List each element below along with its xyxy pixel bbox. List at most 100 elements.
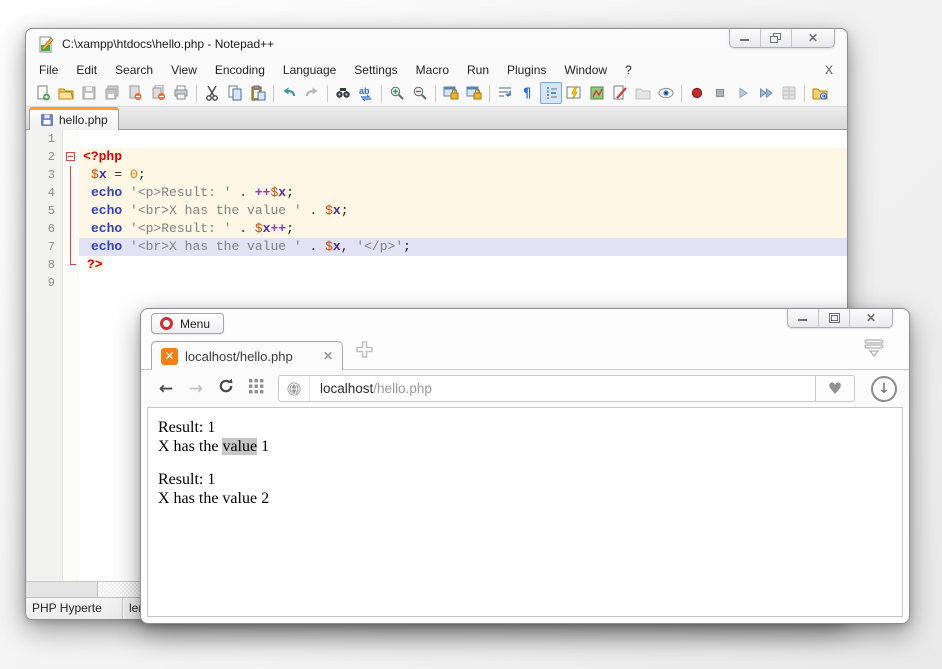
code-line[interactable]: <?php [79,148,847,166]
word-wrap-icon[interactable] [494,82,516,104]
menu-settings[interactable]: Settings [345,61,406,79]
code-line[interactable] [79,130,847,148]
toolbar-separator [196,85,197,102]
result-line-2: Result: 1 [158,470,892,489]
open-file-icon[interactable] [55,82,77,104]
zoom-in-icon[interactable] [386,82,408,104]
svg-text:ab: ab [359,86,370,96]
minimize-button[interactable] [788,308,819,327]
toolbar-separator [327,85,328,102]
close-all-icon[interactable] [147,82,169,104]
save-recorded-macro-icon[interactable] [778,82,800,104]
function-list-icon[interactable] [563,82,585,104]
opera-menu-button[interactable]: Menu [151,313,224,334]
forward-button[interactable]: → [183,379,209,399]
npp-menubar: File Edit Search View Encoding Language … [26,59,847,80]
menu-help[interactable]: ? [616,61,641,79]
redo-icon[interactable] [301,82,323,104]
show-all-characters-icon[interactable]: ¶ [517,82,539,104]
reload-button[interactable] [213,377,239,400]
sync-scroll-horizontal-icon[interactable] [463,82,485,104]
opera-titlebar[interactable]: Menu ✕ [141,309,909,336]
fold-margin [63,130,79,581]
code-line[interactable]: ?> [79,256,847,274]
fold-collapse-icon[interactable] [66,152,75,161]
document-close-x[interactable]: X [815,63,843,77]
back-button[interactable]: ← [153,379,179,399]
opera-tab-localhost[interactable]: ✕ localhost/hello.php ✕ [151,341,343,370]
code-line[interactable] [79,274,847,292]
notepadpp-titlebar[interactable]: C:\xampp\htdocs\hello.php - Notepad++ ✕ [26,29,847,59]
paste-icon[interactable] [247,82,269,104]
opera-logo-icon [160,317,173,330]
code-line[interactable]: $x = 0; [79,166,847,184]
show-indent-guide-icon[interactable] [540,82,562,104]
new-file-icon[interactable] [32,82,54,104]
document-map-icon[interactable] [586,82,608,104]
fold-end-icon [70,256,76,265]
menu-encoding[interactable]: Encoding [206,61,274,79]
bookmark-button[interactable]: ♥ [815,376,854,401]
toolbar-separator [273,85,274,102]
tab-menu-button[interactable] [863,339,885,362]
start-recording-icon[interactable] [686,82,708,104]
menu-edit[interactable]: Edit [67,61,106,79]
find-icon[interactable] [332,82,354,104]
user-defined-language-icon[interactable] [609,82,631,104]
cut-icon[interactable] [201,82,223,104]
download-button[interactable]: ↓ [871,376,897,402]
menu-file[interactable]: File [30,61,67,79]
sync-scroll-vertical-icon[interactable] [440,82,462,104]
menu-plugins[interactable]: Plugins [498,61,555,79]
save-all-icon[interactable] [101,82,123,104]
document-switcher-icon[interactable] [632,82,654,104]
toolbar-separator [489,85,490,102]
tab-close-icon[interactable]: ✕ [323,349,333,363]
print-icon[interactable] [170,82,192,104]
restore-button[interactable] [761,28,792,47]
scrollbar-thumb[interactable] [26,582,98,597]
minimize-button[interactable] [730,28,761,47]
npp-tab-hello-php[interactable]: hello.php [29,107,119,130]
new-tab-button[interactable] [356,341,373,363]
site-info-button[interactable] [279,376,310,401]
close-button[interactable]: ✕ [792,28,834,47]
line-number-gutter: 123456789 [27,130,63,581]
heart-icon: ♥ [828,379,842,398]
menu-language[interactable]: Language [274,61,345,79]
close-icon-doc[interactable] [124,82,146,104]
code-line-current[interactable]: echo '<br>X has the value ' . $x, '</p>'… [79,238,847,256]
file-monitoring-icon[interactable] [655,82,677,104]
playback-macro-icon[interactable] [732,82,754,104]
speed-dial-button[interactable] [243,379,269,399]
stop-recording-icon[interactable] [709,82,731,104]
url-path: /hello.php [373,381,432,396]
opera-tabbar: ✕ localhost/hello.php ✕ [141,336,909,370]
open-containing-folder-icon[interactable] [809,82,831,104]
menu-search[interactable]: Search [106,61,162,79]
zoom-out-icon[interactable] [409,82,431,104]
fold-line [70,184,71,202]
undo-icon[interactable] [278,82,300,104]
replace-icon[interactable]: ab [355,82,377,104]
opera-window-controls: ✕ [787,308,893,328]
code-line[interactable]: echo '<br>X has the value ' . $x; [79,202,847,220]
address-bar[interactable]: localhost/hello.php ♥ [278,375,855,402]
window-title: C:\xampp\htdocs\hello.php - Notepad++ [62,37,274,51]
maximize-button[interactable] [819,308,850,327]
restore-icon [770,33,782,43]
code-line[interactable]: echo '<p>Result: ' . $x++; [79,220,847,238]
opera-tab-label: localhost/hello.php [185,349,293,364]
selected-text: value [222,438,257,455]
menu-run[interactable]: Run [458,61,498,79]
run-macro-multiple-icon[interactable] [755,82,777,104]
opera-toolbar: ← → localhost/hello.php ♥ ↓ [141,369,909,407]
save-icon[interactable] [78,82,100,104]
menu-window[interactable]: Window [555,61,616,79]
close-button[interactable]: ✕ [850,308,892,327]
globe-icon [286,381,302,397]
copy-icon[interactable] [224,82,246,104]
menu-view[interactable]: View [162,61,206,79]
code-line[interactable]: echo '<p>Result: ' . ++$x; [79,184,847,202]
menu-macro[interactable]: Macro [407,61,458,79]
